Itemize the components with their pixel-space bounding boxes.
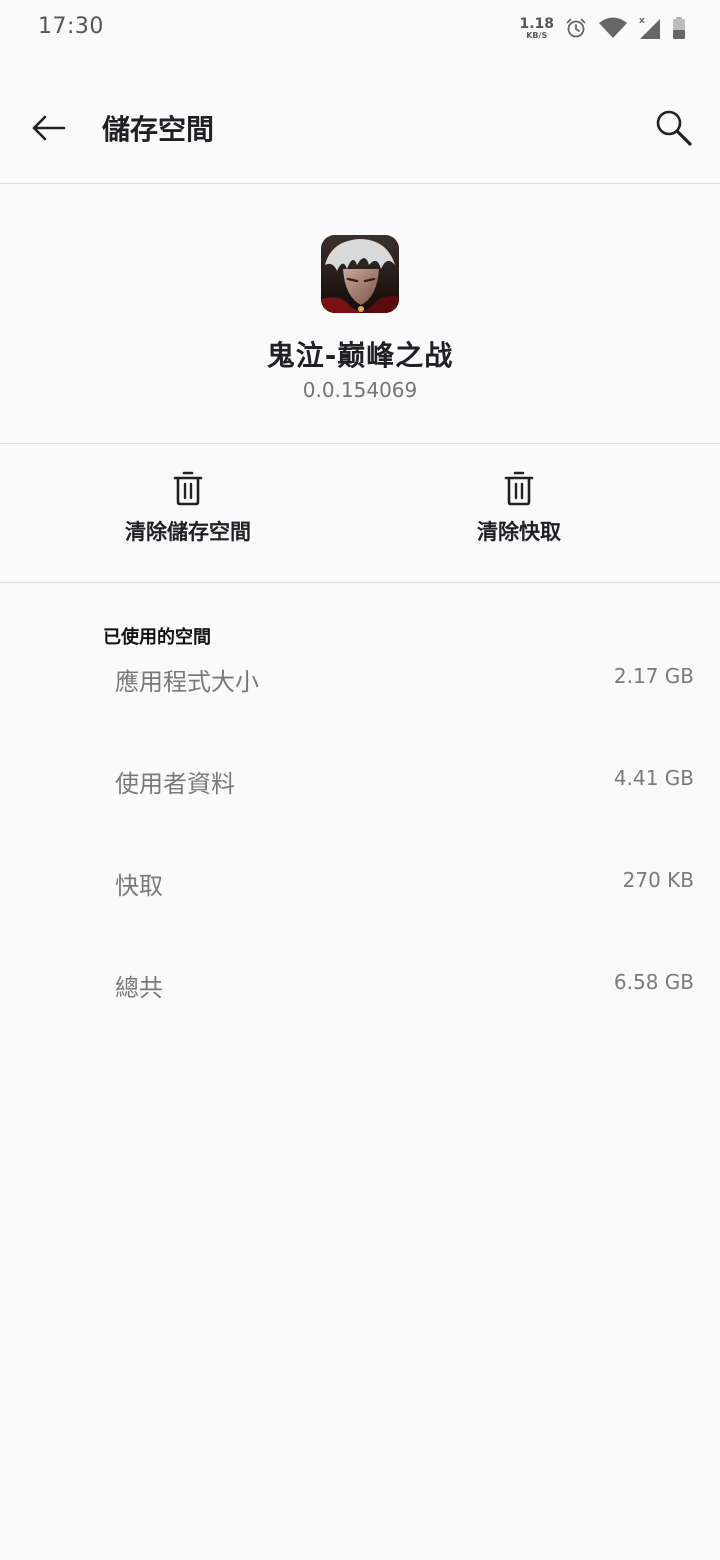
search-button[interactable]: [648, 102, 700, 154]
storage-row-label: 快取: [115, 872, 163, 900]
section-title-used-space: 已使用的空間: [103, 627, 211, 648]
storage-row-user-data: 使用者資料 4.41 GB: [0, 764, 720, 824]
storage-row-value: 6.58 GB: [613, 970, 694, 994]
divider-top: [0, 183, 720, 184]
wifi-icon: [599, 17, 627, 38]
status-bar: 17:30 1.18 KB/S x: [0, 0, 720, 56]
clear-storage-label: 清除儲存空間: [125, 520, 251, 544]
network-speed: 1.18 KB/S: [519, 17, 554, 40]
app-icon: [321, 235, 399, 313]
storage-row-value: 4.41 GB: [613, 766, 694, 790]
storage-row-label: 應用程式大小: [115, 668, 259, 696]
app-name: 鬼泣-巅峰之战: [266, 339, 454, 372]
storage-row-label: 使用者資料: [115, 770, 235, 798]
status-time: 17:30: [38, 14, 104, 39]
search-icon: [656, 110, 692, 146]
storage-row-value: 2.17 GB: [613, 664, 694, 688]
back-button[interactable]: [22, 102, 74, 154]
status-icons: 1.18 KB/S x: [519, 12, 686, 44]
app-bar: 儲存空間: [0, 56, 720, 184]
storage-row-app-size: 應用程式大小 2.17 GB: [0, 662, 720, 722]
trash-icon: [504, 471, 534, 506]
network-speed-unit: KB/S: [526, 30, 548, 40]
alarm-icon: [566, 18, 586, 38]
page-title: 儲存空間: [102, 113, 215, 146]
storage-row-value: 270 KB: [622, 868, 694, 892]
clear-storage-button[interactable]: 清除儲存空間: [78, 470, 298, 560]
storage-row-total: 總共 6.58 GB: [0, 968, 720, 1028]
storage-row-label: 總共: [115, 974, 163, 1002]
network-speed-value: 1.18: [519, 15, 554, 32]
clear-cache-button[interactable]: 清除快取: [409, 470, 629, 560]
divider-header: [0, 443, 720, 444]
divider-actions: [0, 582, 720, 583]
svg-text:x: x: [639, 16, 645, 26]
clear-cache-label: 清除快取: [477, 520, 561, 544]
arrow-left-icon: [32, 115, 66, 141]
cell-signal-icon: x: [639, 16, 660, 39]
app-version: 0.0.154069: [302, 378, 418, 402]
trash-icon: [173, 471, 203, 506]
battery-icon: [673, 17, 685, 39]
storage-row-cache: 快取 270 KB: [0, 866, 720, 926]
game-character-icon: [321, 235, 399, 313]
